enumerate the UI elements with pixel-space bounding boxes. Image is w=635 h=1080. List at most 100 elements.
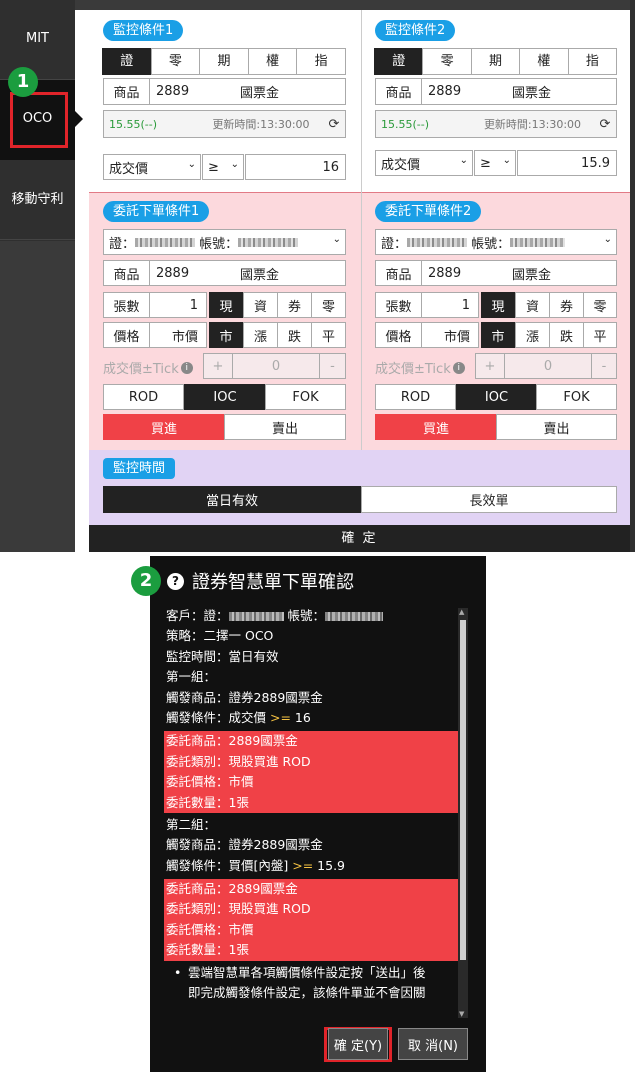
type-short-button[interactable]: 券 (277, 292, 312, 318)
type-cash-button[interactable]: 現 (481, 292, 515, 318)
tick-label-text: 成交價±Tick (103, 362, 179, 377)
info-icon[interactable]: i (452, 361, 465, 374)
tick-minus-button[interactable]: - (319, 353, 346, 379)
type-odd-button[interactable]: 零 (311, 292, 346, 318)
price-field-1[interactable]: 價格 市價 (103, 322, 207, 348)
step-badge-1: 1 (8, 67, 38, 97)
tab-options[interactable]: 權 (519, 48, 569, 75)
qty-field-1[interactable]: 張數 1 (103, 292, 207, 318)
question-icon: ? (167, 572, 184, 590)
top-strip (75, 0, 635, 10)
price-flat-button[interactable]: 平 (583, 322, 617, 348)
qty-value: 1 (189, 297, 198, 313)
tick-minus-button[interactable]: - (591, 353, 617, 379)
scroll-down-icon[interactable]: ▼ (459, 1010, 464, 1018)
product-code: 2889 (156, 265, 190, 281)
confirm-button[interactable]: 確 定 (89, 525, 630, 552)
account-select-2[interactable]: 證： 帳號： ⌄ (375, 229, 617, 255)
tab-stock[interactable]: 證 (374, 48, 424, 75)
product-code: 2889 (156, 84, 190, 99)
tif-fok-button[interactable]: FOK (536, 384, 617, 410)
chevron-down-icon: ⌄ (187, 159, 196, 170)
g1-cond-prefix: 觸發條件：成交價 (166, 709, 270, 725)
product-name: 國票金 (512, 267, 552, 283)
tif-rod-button[interactable]: ROD (103, 384, 184, 410)
product-field-2[interactable]: 商品 2889 國票金 (375, 78, 617, 105)
tab-odd-lot[interactable]: 零 (422, 48, 472, 75)
type-cash-button[interactable]: 現 (209, 292, 243, 318)
sidebar-item-trailing-stop[interactable]: 移動守利 (0, 160, 75, 240)
tif-ioc-button[interactable]: IOC (184, 384, 266, 410)
account-select-1[interactable]: 證： 帳號： ⌄ (103, 229, 346, 255)
scroll-thumb[interactable] (460, 620, 466, 960)
qty-field-2[interactable]: 張數 1 (375, 292, 479, 318)
period-long-button[interactable]: 長效單 (361, 486, 617, 513)
buy-button[interactable]: 買進 (103, 414, 225, 440)
product-field-1[interactable]: 商品 2889 國票金 (103, 78, 346, 105)
price-market-button[interactable]: 市 (481, 322, 515, 348)
price-limit-down-button[interactable]: 跌 (277, 322, 312, 348)
g1-condition-line: 觸發條件：成交價 >= 16 (164, 708, 458, 728)
type-margin-button[interactable]: 資 (515, 292, 550, 318)
customer-line: 客戶：證： 帳號： (164, 606, 458, 626)
price-value: 市價 (171, 329, 198, 345)
sell-button[interactable]: 賣出 (496, 414, 617, 440)
product-code: 2889 (428, 265, 462, 281)
buy-button[interactable]: 買進 (375, 414, 497, 440)
tif-fok-button[interactable]: FOK (265, 384, 346, 410)
tab-stock[interactable]: 證 (102, 48, 152, 75)
price-flat-button[interactable]: 平 (311, 322, 346, 348)
refresh-icon[interactable]: ⟳ (594, 117, 616, 132)
price-field-2[interactable]: 價格 市價 (375, 322, 479, 348)
price-market-button[interactable]: 市 (209, 322, 243, 348)
note-line-2: 即完成觸發條件設定，該條件單並不會因關 (188, 985, 426, 1001)
info-icon[interactable]: i (180, 361, 193, 374)
tab-futures[interactable]: 期 (199, 48, 249, 75)
operator-select-1[interactable]: ≥ ⌄ (202, 154, 244, 180)
sell-button[interactable]: 賣出 (224, 414, 346, 440)
tick-plus-button[interactable]: + (203, 353, 233, 379)
price-limit-up-button[interactable]: 漲 (243, 322, 278, 348)
chevron-down-icon: ⌄ (459, 155, 468, 166)
chevron-down-icon: ⌄ (502, 155, 511, 166)
product-label: 商品 (104, 79, 150, 104)
operator-select-2[interactable]: ≥ ⌄ (474, 150, 516, 176)
tab-futures[interactable]: 期 (470, 48, 521, 75)
dialog-cancel-button[interactable]: 取 消(N) (398, 1028, 468, 1060)
tif-rod-button[interactable]: ROD (375, 384, 456, 410)
trigger-value-input-1[interactable]: 16 (245, 154, 346, 180)
note-line-1: 雲端智慧單各項觸價條件設定按「送出」後 (188, 964, 426, 980)
trigger-value-input-2[interactable]: 15.9 (517, 150, 617, 176)
tif-ioc-button[interactable]: IOC (456, 384, 537, 410)
scroll-up-icon[interactable]: ▲ (459, 608, 464, 616)
dialog-scrollbar[interactable]: ▲ ▼ (458, 608, 468, 1018)
chevron-down-icon: ⌄ (332, 234, 341, 245)
column-divider (361, 10, 362, 450)
g1-order-price: 委託價格：市價 (166, 774, 254, 790)
tick-plus-button[interactable]: + (475, 353, 505, 379)
type-margin-button[interactable]: 資 (243, 292, 278, 318)
order-product-field-2: 商品 2889 國票金 (375, 260, 617, 286)
right-strip (630, 0, 635, 552)
sidebar-item-mit[interactable]: MIT (0, 0, 75, 80)
condition-field-select-1[interactable]: 成交價 ⌄ (103, 154, 201, 180)
tab-options[interactable]: 權 (247, 48, 298, 75)
chevron-down-icon: ⌄ (603, 234, 612, 245)
g2-order-qty: 委託數量：1張 (166, 942, 249, 958)
tick-value-input[interactable]: 0 (504, 353, 592, 379)
type-short-button[interactable]: 券 (549, 292, 584, 318)
price-limit-down-button[interactable]: 跌 (549, 322, 584, 348)
type-odd-button[interactable]: 零 (583, 292, 617, 318)
condition-field-select-2[interactable]: 成交價 ⌄ (375, 150, 473, 176)
dialog-ok-button[interactable]: 確 定(Y) (328, 1028, 388, 1060)
tick-value-input[interactable]: 0 (232, 353, 320, 379)
section-divider (89, 192, 630, 193)
refresh-icon[interactable]: ⟳ (323, 117, 345, 132)
price-limit-up-button[interactable]: 漲 (515, 322, 550, 348)
period-day-button[interactable]: 當日有效 (103, 486, 361, 513)
tab-index[interactable]: 指 (567, 48, 618, 75)
product-label: 商品 (376, 261, 422, 285)
tab-odd-lot[interactable]: 零 (150, 48, 201, 75)
tab-index[interactable]: 指 (296, 48, 346, 75)
product-name: 國票金 (512, 86, 552, 101)
